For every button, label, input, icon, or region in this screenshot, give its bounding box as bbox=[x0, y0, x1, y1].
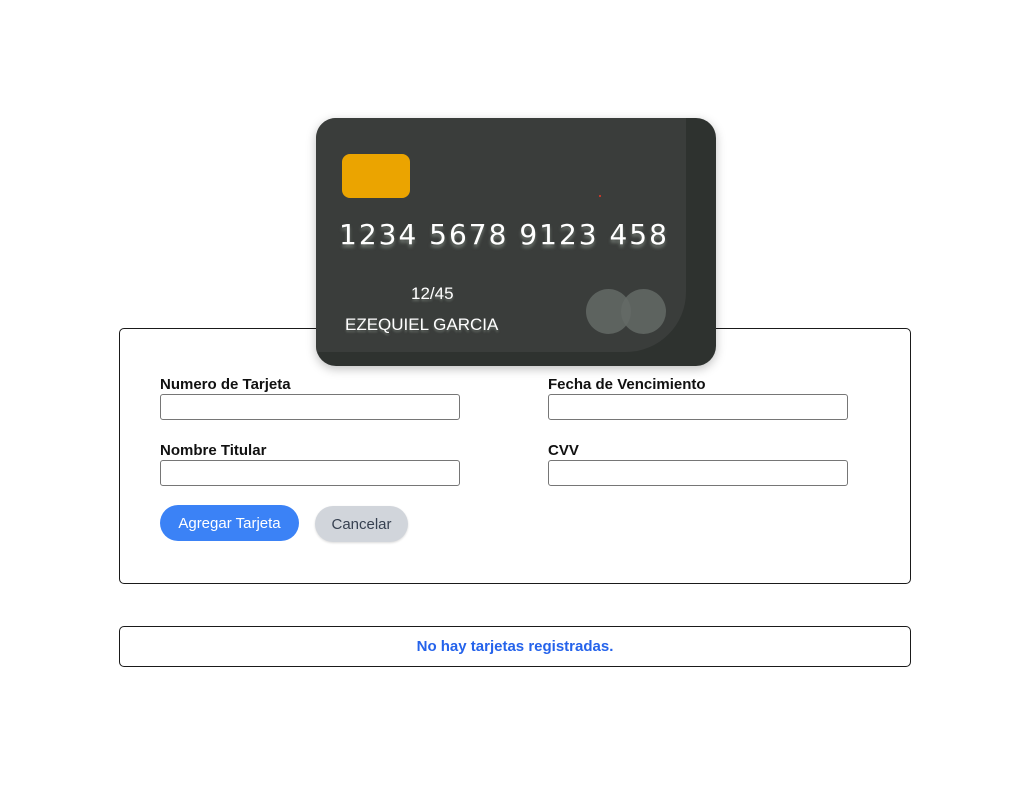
card-dot bbox=[599, 195, 601, 197]
cards-list-panel: No hay tarjetas registradas. bbox=[119, 626, 911, 667]
cvv-label: CVV bbox=[548, 442, 579, 459]
card-form-panel: Numero de Tarjeta Fecha de Vencimiento N… bbox=[119, 328, 911, 584]
expiry-label: Fecha de Vencimiento bbox=[548, 376, 706, 393]
empty-state-message: No hay tarjetas registradas. bbox=[416, 638, 614, 655]
holder-name-label: Nombre Titular bbox=[160, 442, 267, 459]
card-holder-display: EZEQUIEL GARCIA bbox=[345, 315, 499, 334]
card-brand-circle-right-icon bbox=[621, 289, 666, 334]
expiry-field: Fecha de Vencimiento bbox=[548, 376, 848, 420]
add-card-button[interactable]: Agregar Tarjeta bbox=[160, 505, 299, 541]
card-number-input[interactable] bbox=[160, 394, 460, 420]
card-number-label: Numero de Tarjeta bbox=[160, 376, 291, 393]
holder-name-field: Nombre Titular bbox=[160, 442, 460, 486]
page: Numero de Tarjeta Fecha de Vencimiento N… bbox=[0, 0, 1016, 812]
expiry-input[interactable] bbox=[548, 394, 848, 420]
card-number-display: 1234 5678 9123 458 bbox=[339, 218, 669, 251]
cvv-input[interactable] bbox=[548, 460, 848, 486]
credit-card-preview: 1234 5678 9123 458 12/45 EZEQUIEL GARCIA bbox=[316, 118, 716, 366]
cancel-button[interactable]: Cancelar bbox=[315, 506, 408, 542]
holder-name-input[interactable] bbox=[160, 460, 460, 486]
card-chip-icon bbox=[342, 154, 410, 198]
cvv-field: CVV bbox=[548, 442, 848, 486]
card-expiry-display: 12/45 bbox=[411, 284, 454, 303]
card-number-field: Numero de Tarjeta bbox=[160, 376, 460, 420]
